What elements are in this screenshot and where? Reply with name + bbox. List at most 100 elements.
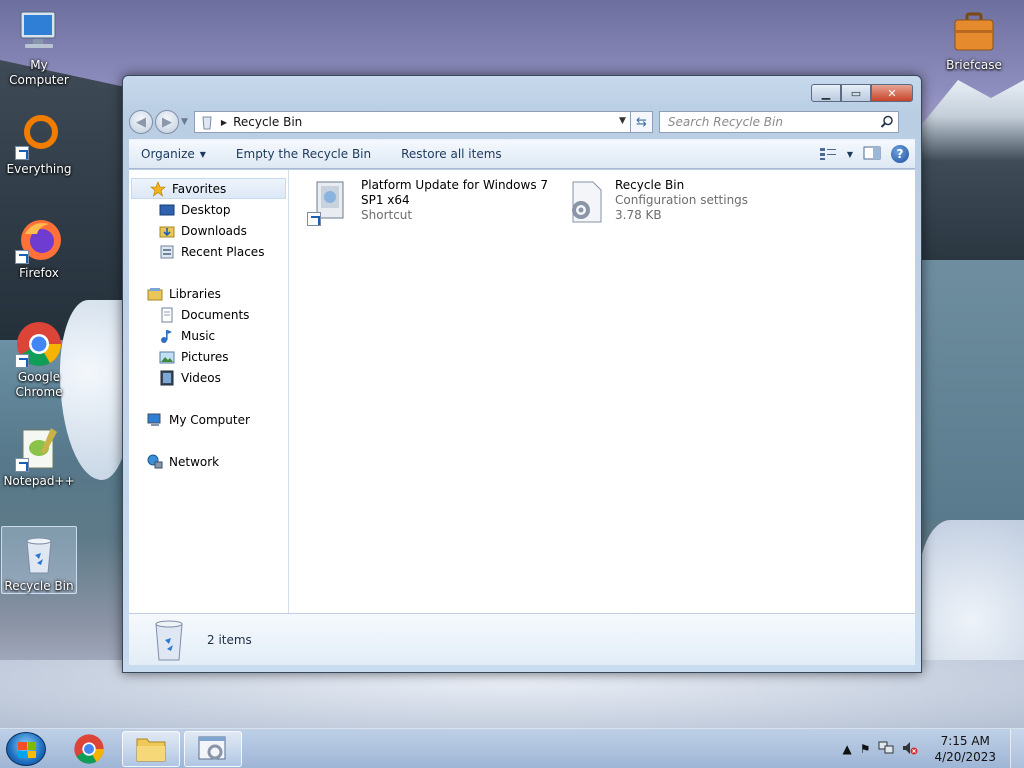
close-icon: ✕ <box>887 86 897 100</box>
forward-arrow-icon: ▶ <box>162 114 172 130</box>
nav-item-network[interactable]: Network <box>129 451 288 472</box>
recycle-bin-small-icon <box>202 116 212 130</box>
nav-item-label: Downloads <box>181 223 247 238</box>
nav-item-label: Recent Places <box>181 244 265 259</box>
desktop-icon-label: Briefcase <box>946 58 1002 72</box>
recycle-bin-icon <box>155 620 183 660</box>
shortcut-arrow-icon <box>15 354 29 368</box>
star-icon <box>150 180 166 197</box>
desktop-icon-label: Everything <box>6 162 72 176</box>
recent-pages-dropdown-icon[interactable]: ▼ <box>181 117 188 127</box>
desktop-icon-briefcase[interactable]: Briefcase <box>936 8 1012 73</box>
nav-item-label: Desktop <box>181 202 231 217</box>
taskbar: ▲ ⚑ 7:15 AM 4/20/2023 <box>0 728 1024 768</box>
breadcrumb[interactable]: Recycle Bin <box>233 115 302 129</box>
desktop-icon-label: Recycle Bin <box>4 579 74 593</box>
nav-item-videos[interactable]: Videos <box>129 367 288 388</box>
empty-recycle-bin-button[interactable]: Empty the Recycle Bin <box>236 147 371 161</box>
file-list: Platform Update for Windows 7 SP1 x64 Sh… <box>289 170 915 613</box>
nav-item-pictures[interactable]: Pictures <box>129 346 288 367</box>
file-type: Configuration settings <box>615 193 749 207</box>
desktop-icon-label: Google Chrome <box>15 370 63 399</box>
organize-button[interactable]: Organize ▼ <box>141 147 206 161</box>
desktop-icon-everything[interactable]: Everything <box>1 112 77 177</box>
videos-icon <box>160 370 174 385</box>
nav-item-desktop[interactable]: Desktop <box>129 199 288 220</box>
explorer-window[interactable]: ▁ ▭ ✕ ◀ ▶ ▼ ▶ Recycle Bin ▼ ⇆ Search Rec… <box>122 75 922 673</box>
show-hidden-icons-button[interactable]: ▲ <box>842 742 851 756</box>
search-icon[interactable] <box>880 115 894 129</box>
network-status-icon[interactable] <box>878 741 894 758</box>
chrome-icon <box>15 320 63 368</box>
nav-item-my-computer[interactable]: My Computer <box>129 409 288 430</box>
firefox-icon <box>15 216 63 264</box>
clock[interactable]: 7:15 AM 4/20/2023 <box>934 733 996 765</box>
clock-date: 4/20/2023 <box>934 750 996 764</box>
chrome-icon <box>74 734 104 764</box>
action-center-flag-icon[interactable]: ⚑ <box>860 742 871 756</box>
back-arrow-icon: ◀ <box>136 114 146 130</box>
taskbar-chrome-button[interactable] <box>60 731 118 767</box>
nav-item-libraries[interactable]: Libraries <box>129 283 288 304</box>
item-count: 2 items <box>207 632 252 647</box>
nav-item-downloads[interactable]: Downloads <box>129 220 288 241</box>
preview-pane-button[interactable] <box>863 146 881 163</box>
shortcut-arrow-icon <box>15 146 29 160</box>
desktop-icon-my-computer[interactable]: My Computer <box>1 8 77 88</box>
nav-item-label: Music <box>181 328 216 343</box>
minimize-icon: ▁ <box>821 86 831 100</box>
taskbar-explorer-button[interactable] <box>122 731 180 767</box>
volume-muted-icon[interactable] <box>902 741 918 758</box>
preview-pane-icon <box>863 146 881 159</box>
address-dropdown-icon[interactable]: ▼ <box>619 116 626 126</box>
file-name: Platform Update for Windows 7 <box>361 178 549 192</box>
help-button[interactable]: ? <box>891 145 909 163</box>
recycle-bin-icon <box>15 529 63 577</box>
back-button[interactable]: ◀ <box>129 110 153 134</box>
nav-item-documents[interactable]: Documents <box>129 304 288 325</box>
minimize-button[interactable]: ▁ <box>811 84 841 102</box>
list-item-platform-update[interactable]: Platform Update for Windows 7 SP1 x64 Sh… <box>307 178 548 226</box>
desktop-icon-google-chrome[interactable]: Google Chrome <box>1 320 77 400</box>
show-desktop-button[interactable] <box>1010 729 1024 768</box>
nav-item-favorites[interactable]: Favorites <box>131 178 286 199</box>
monitor-icon <box>15 8 63 56</box>
nav-item-label: Libraries <box>169 286 221 301</box>
nav-item-label: Documents <box>181 307 250 322</box>
shortcut-arrow-icon <box>15 250 29 264</box>
desktop-icon-recycle-bin[interactable]: Recycle Bin <box>1 526 77 594</box>
forward-button[interactable]: ▶ <box>155 110 179 134</box>
desktop-icon-notepad-plus-plus[interactable]: Notepad++ <box>1 424 77 489</box>
nav-item-label: Pictures <box>181 349 229 364</box>
change-view-button[interactable]: ▼ <box>819 147 853 161</box>
nav-item-recent-places[interactable]: Recent Places <box>129 241 288 262</box>
taskbar-recycle-bin-window-button[interactable] <box>184 731 242 767</box>
details-pane: 2 items <box>129 613 915 665</box>
desktop-icon <box>159 204 175 215</box>
file-type: Shortcut <box>361 208 413 222</box>
search-input[interactable]: Search Recycle Bin <box>658 111 899 133</box>
nav-item-label: Favorites <box>172 181 227 196</box>
desktop-icon-label: Firefox <box>19 266 59 280</box>
view-controls: ▼ ? <box>809 145 909 163</box>
wallpaper-mountain-left <box>0 60 130 340</box>
window-preview-icon <box>198 736 226 760</box>
installer-package-icon <box>307 178 355 226</box>
chevron-down-icon: ▼ <box>846 149 853 159</box>
file-name: Recycle Bin <box>615 178 685 192</box>
nav-item-label: My Computer <box>169 412 250 427</box>
view-options-icon <box>819 148 836 160</box>
start-button[interactable] <box>6 732 46 766</box>
wallpaper-water <box>914 260 1024 520</box>
restore-all-items-button[interactable]: Restore all items <box>401 147 502 161</box>
organize-label: Organize <box>141 147 195 161</box>
list-item-recycle-bin-config[interactable]: Recycle Bin Configuration settings 3.78 … <box>561 178 748 226</box>
breadcrumb-separator-icon[interactable]: ▶ <box>221 118 227 127</box>
nav-item-music[interactable]: Music <box>129 325 288 346</box>
desktop-icon-firefox[interactable]: Firefox <box>1 216 77 281</box>
maximize-button[interactable]: ▭ <box>841 84 871 102</box>
refresh-button[interactable]: ⇆ <box>630 111 653 133</box>
close-button[interactable]: ✕ <box>871 84 913 102</box>
windows-logo-icon <box>18 742 36 758</box>
address-bar[interactable]: ▶ Recycle Bin ▼ <box>193 111 631 133</box>
